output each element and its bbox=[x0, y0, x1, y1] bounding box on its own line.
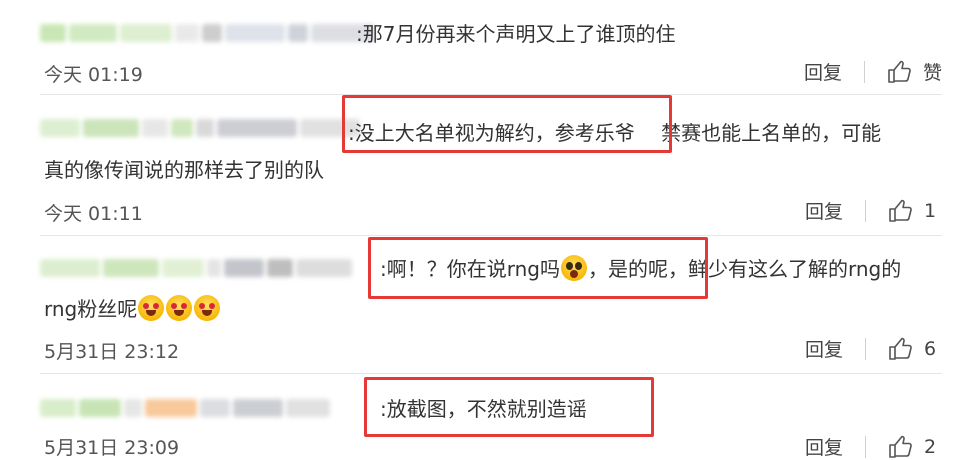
comment-actions: 回复 2 bbox=[805, 433, 942, 460]
comment-time: 今天 01:11 bbox=[44, 203, 143, 225]
comment-item: :放截图，不然就别造谣 5月31日 23:09 回复 2 bbox=[0, 373, 960, 460]
heart-eyes-emoji bbox=[166, 295, 193, 321]
action-divider bbox=[865, 337, 866, 360]
comment-line2-text: rng粉丝呢 bbox=[44, 297, 138, 321]
comment-text: :那7月份再来个声明又上了谁顶的住 bbox=[356, 22, 676, 46]
comment-time: 5月31日 23:12 bbox=[44, 341, 180, 363]
reply-button[interactable]: 回复 bbox=[805, 335, 843, 362]
thumbs-up-icon[interactable] bbox=[888, 199, 914, 223]
like-label[interactable]: 赞 bbox=[923, 58, 942, 85]
comment-text-line2: 真的像传闻说的那样去了别的队 bbox=[44, 158, 324, 182]
blurred-username bbox=[40, 117, 360, 139]
comment-text-rest: 禁赛也能上名单的，可能 bbox=[654, 121, 882, 145]
blurred-username bbox=[40, 397, 330, 419]
comment-time: 5月31日 23:09 bbox=[44, 437, 180, 459]
comment-text-rest: 鲜少有这么了解的rng的 bbox=[687, 257, 902, 281]
thumbs-up-icon[interactable] bbox=[888, 435, 914, 459]
highlight-box bbox=[364, 377, 654, 437]
reply-button[interactable]: 回复 bbox=[805, 197, 843, 224]
comment-actions: 回复 赞 bbox=[804, 58, 942, 85]
action-divider bbox=[865, 435, 866, 458]
reply-button[interactable]: 回复 bbox=[804, 58, 842, 85]
heart-eyes-emoji bbox=[194, 295, 221, 321]
comment-item: :啊！？你在说rng吗 ，是的呢，鲜少有这么了解的rng的 rng粉丝呢 5月31… bbox=[0, 235, 960, 374]
blurred-username bbox=[40, 257, 352, 279]
heart-eyes-emoji bbox=[138, 295, 165, 321]
reply-button[interactable]: 回复 bbox=[805, 433, 843, 460]
like-count: 6 bbox=[924, 337, 937, 360]
action-divider bbox=[865, 199, 866, 222]
comment-item: :那7月份再来个声明又上了谁顶的住 今天 01:19 回复 赞 bbox=[0, 0, 960, 95]
like-count: 2 bbox=[924, 435, 937, 458]
blurred-username bbox=[40, 22, 375, 44]
thumbs-up-icon[interactable] bbox=[888, 337, 914, 361]
comment-time: 今天 01:19 bbox=[44, 64, 143, 86]
comment-actions: 回复 6 bbox=[805, 335, 942, 362]
comment-item: :没上大名单视为解约，参考乐爷 禁赛也能上名单的，可能 真的像传闻说的那样去了别… bbox=[0, 95, 960, 236]
comment-actions: 回复 1 bbox=[805, 197, 942, 224]
action-divider bbox=[863, 60, 865, 83]
highlight-box bbox=[342, 95, 672, 153]
like-count: 1 bbox=[924, 199, 937, 222]
highlight-box bbox=[368, 237, 708, 299]
thumbs-up-icon[interactable] bbox=[887, 60, 913, 84]
